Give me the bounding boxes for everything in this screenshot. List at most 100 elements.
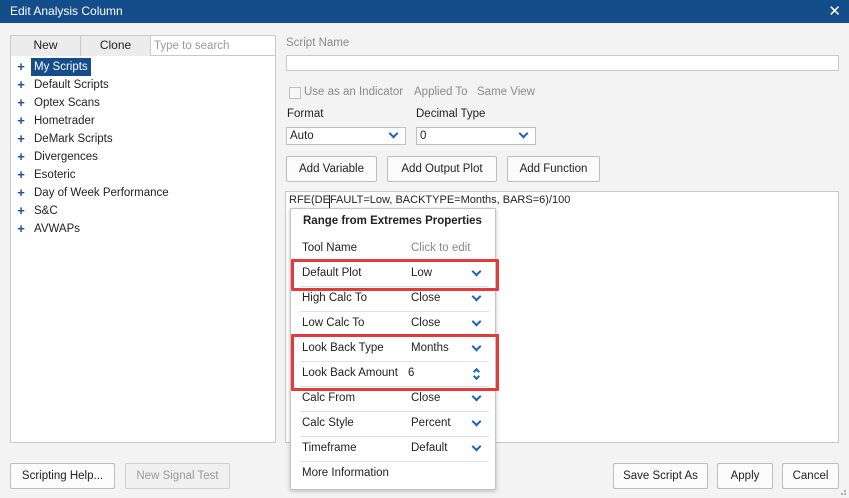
chevron-down-icon[interactable] bbox=[471, 316, 482, 327]
library-tabs: New Clone bbox=[11, 36, 275, 56]
add-output-plot-button[interactable]: Add Output Plot bbox=[387, 156, 497, 182]
expand-icon[interactable]: + bbox=[16, 166, 26, 184]
tree-item-s-and-c[interactable]: + S&C bbox=[11, 202, 275, 220]
tree-item-my-scripts[interactable]: + My Scripts bbox=[11, 58, 275, 76]
tree-item-divergences[interactable]: + Divergences bbox=[11, 148, 275, 166]
format-select[interactable]: Auto bbox=[286, 127, 406, 145]
chevron-down-icon bbox=[388, 128, 399, 139]
save-script-as-button[interactable]: Save Script As bbox=[613, 463, 708, 489]
edit-analysis-column-dialog: Edit Analysis Column ✕ New Clone + My Sc… bbox=[0, 0, 849, 498]
property-row-tool-name[interactable]: Tool Name Click to edit bbox=[300, 237, 489, 262]
expand-icon[interactable]: + bbox=[16, 148, 26, 166]
text-caret bbox=[329, 195, 330, 208]
more-information-label[interactable]: More Information bbox=[302, 467, 389, 479]
dialog-title: Edit Analysis Column bbox=[10, 4, 123, 18]
tree-item-optex-scans[interactable]: + Optex Scans bbox=[11, 94, 275, 112]
chevron-down-icon[interactable] bbox=[471, 416, 482, 427]
property-name: Low Calc To bbox=[302, 317, 365, 329]
decimal-type-label: Decimal Type bbox=[416, 108, 486, 120]
add-function-button[interactable]: Add Function bbox=[507, 156, 600, 182]
property-row-calc-from[interactable]: Calc From Close bbox=[300, 387, 489, 412]
expand-icon[interactable]: + bbox=[16, 202, 26, 220]
search-input[interactable] bbox=[151, 36, 275, 55]
tree-item-label: Day of Week Performance bbox=[34, 187, 169, 199]
script-name-input[interactable] bbox=[286, 55, 839, 71]
expand-icon[interactable]: + bbox=[16, 76, 26, 94]
resize-grip-icon[interactable] bbox=[837, 486, 847, 496]
chevron-down-icon[interactable] bbox=[471, 341, 482, 352]
chevron-down-icon[interactable] bbox=[471, 391, 482, 402]
script-tree: + My Scripts + Default Scripts + Optex S… bbox=[11, 58, 275, 238]
expand-icon[interactable]: + bbox=[16, 58, 26, 76]
tree-item-label: Divergences bbox=[34, 151, 98, 163]
title-bar: Edit Analysis Column ✕ bbox=[0, 0, 849, 23]
tree-item-avwaps[interactable]: + AVWAPs bbox=[11, 220, 275, 238]
expand-icon[interactable]: + bbox=[16, 220, 26, 238]
tree-item-label: DeMark Scripts bbox=[34, 133, 113, 145]
popup-title: Range from Extremes Properties bbox=[303, 215, 482, 227]
property-name: Timeframe bbox=[302, 442, 357, 454]
applied-to-label: Applied To bbox=[414, 86, 468, 98]
property-row-calc-style[interactable]: Calc Style Percent bbox=[300, 412, 489, 437]
tree-item-label: Esoteric bbox=[34, 169, 76, 181]
tree-item-label: AVWAPs bbox=[34, 223, 81, 235]
property-value[interactable]: Click to edit bbox=[411, 242, 470, 254]
property-row-look-back-amount[interactable]: Look Back Amount 6 bbox=[300, 362, 489, 387]
cancel-button[interactable]: Cancel bbox=[782, 463, 839, 489]
tab-new[interactable]: New bbox=[11, 36, 81, 56]
use-as-indicator-label: Use as an Indicator bbox=[304, 86, 404, 98]
tree-item-demark-scripts[interactable]: + DeMark Scripts bbox=[11, 130, 275, 148]
scripting-help-button[interactable]: Scripting Help... bbox=[10, 463, 115, 489]
property-row-default-plot[interactable]: Default Plot Low bbox=[300, 262, 489, 287]
property-name: Look Back Type bbox=[302, 342, 384, 354]
property-name: High Calc To bbox=[302, 292, 367, 304]
tab-clone[interactable]: Clone bbox=[81, 36, 151, 56]
property-row-low-calc-to[interactable]: Low Calc To Close bbox=[300, 312, 489, 337]
property-name: Calc Style bbox=[302, 417, 354, 429]
property-value: Months bbox=[411, 342, 449, 354]
chevron-down-icon[interactable] bbox=[471, 266, 482, 277]
spinner-icon[interactable] bbox=[472, 366, 482, 382]
tree-item-default-scripts[interactable]: + Default Scripts bbox=[11, 76, 275, 94]
range-from-extremes-properties-popup: Range from Extremes Properties Tool Name… bbox=[290, 208, 496, 490]
close-icon[interactable]: ✕ bbox=[828, 2, 841, 20]
tree-item-label: My Scripts bbox=[31, 58, 91, 76]
tree-item-hometrader[interactable]: + Hometrader bbox=[11, 112, 275, 130]
property-value: Percent bbox=[411, 417, 451, 429]
tree-item-label: Default Scripts bbox=[34, 79, 109, 91]
expand-icon[interactable]: + bbox=[16, 112, 26, 130]
property-row-look-back-type[interactable]: Look Back Type Months bbox=[300, 337, 489, 362]
chevron-down-icon[interactable] bbox=[471, 291, 482, 302]
apply-button[interactable]: Apply bbox=[717, 463, 773, 489]
decimal-type-value: 0 bbox=[420, 130, 427, 142]
script-name-label: Script Name bbox=[286, 37, 350, 49]
property-name: Look Back Amount bbox=[302, 367, 398, 379]
property-value: Close bbox=[411, 292, 441, 304]
tree-item-label: Optex Scans bbox=[34, 97, 100, 109]
tree-item-esoteric[interactable]: + Esoteric bbox=[11, 166, 275, 184]
applied-to-value: Same View bbox=[477, 86, 535, 98]
expand-icon[interactable]: + bbox=[16, 94, 26, 112]
use-as-indicator-checkbox[interactable] bbox=[289, 87, 301, 99]
property-name: Calc From bbox=[302, 392, 356, 404]
expand-icon[interactable]: + bbox=[16, 184, 26, 202]
tree-item-label: S&C bbox=[34, 205, 58, 217]
chevron-down-icon bbox=[518, 128, 529, 139]
chevron-down-icon[interactable] bbox=[471, 441, 482, 452]
add-variable-button[interactable]: Add Variable bbox=[286, 156, 377, 182]
script-code: RFE(DEFAULT=Low, BACKTYPE=Months, BARS=6… bbox=[289, 194, 571, 206]
property-value[interactable]: 6 bbox=[408, 367, 414, 379]
tree-item-label: Hometrader bbox=[34, 115, 95, 127]
property-row-high-calc-to[interactable]: High Calc To Close bbox=[300, 287, 489, 312]
chevron-down-icon[interactable] bbox=[472, 372, 481, 381]
script-library-panel: New Clone + My Scripts + Default Scripts… bbox=[10, 35, 276, 443]
property-value: Close bbox=[411, 392, 441, 404]
property-value: Close bbox=[411, 317, 441, 329]
more-information-link[interactable]: More Information bbox=[300, 462, 489, 487]
property-name: Default Plot bbox=[302, 267, 362, 279]
property-row-timeframe[interactable]: Timeframe Default bbox=[300, 437, 489, 462]
expand-icon[interactable]: + bbox=[16, 130, 26, 148]
tree-item-day-of-week-performance[interactable]: + Day of Week Performance bbox=[11, 184, 275, 202]
property-value: Default bbox=[411, 442, 448, 454]
decimal-type-select[interactable]: 0 bbox=[416, 127, 536, 145]
